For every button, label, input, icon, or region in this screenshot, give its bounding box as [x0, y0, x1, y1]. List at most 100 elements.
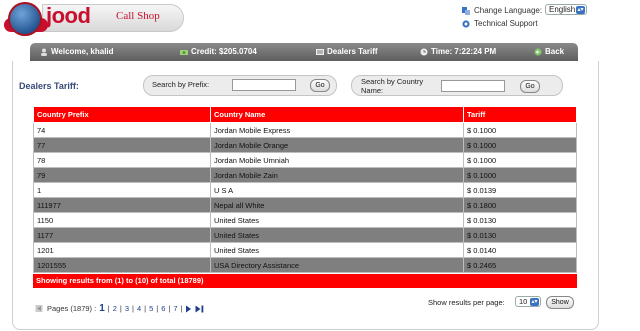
cell-country: Jordan Mobile Express — [210, 122, 464, 138]
cell-country: USA Directory Assistance — [210, 257, 464, 273]
page-link[interactable]: 5 — [149, 304, 153, 313]
table-row: 111977 Nepal all White $ 0.1800 — [33, 197, 577, 213]
tariff-icon — [316, 48, 324, 55]
cell-tariff: $ 0.1800 — [463, 197, 577, 213]
search-country-box: Search by Country Name: Go — [351, 75, 563, 96]
search-country-label-2: Name: — [361, 86, 384, 95]
prefix-go-button[interactable]: Go — [310, 79, 330, 92]
support-icon — [462, 19, 470, 28]
cell-country: Jordan Mobile Zain — [210, 167, 464, 183]
page-title: Dealers Tariff: — [19, 81, 79, 91]
cell-prefix: 1201 — [33, 242, 211, 258]
table-row: 1150 United States $ 0.0130 — [33, 212, 577, 228]
cell-country: Jordan Mobile Orange — [210, 137, 464, 153]
cell-prefix: 1177 — [33, 227, 211, 243]
tariff-table: Country Prefix Country Name Tariff 74 Jor… — [33, 106, 577, 273]
country-go-button[interactable]: Go — [520, 80, 540, 93]
table-row: 77 Jordan Mobile Orange $ 0.1000 — [33, 137, 577, 153]
per-page-select[interactable]: 10 ▴▾ — [515, 296, 541, 307]
money-icon — [180, 49, 188, 55]
time-text: Time: 7:22:24 PM — [431, 47, 497, 56]
back-link[interactable]: Back — [534, 47, 564, 56]
per-page-label: Show results per page: — [428, 298, 505, 307]
change-language-label: Change Language: — [474, 6, 543, 15]
cell-prefix: 74 — [33, 122, 211, 138]
welcome-item: Welcome, khalid — [40, 47, 114, 56]
cell-prefix: 79 — [33, 167, 211, 183]
per-page-value: 10 — [519, 297, 528, 306]
results-summary: Showing results from (1) to (10) of tota… — [33, 274, 577, 288]
prefix-search-input[interactable] — [232, 79, 296, 91]
technical-support-link[interactable]: Technical Support — [462, 17, 542, 30]
page-link[interactable]: 7 — [173, 304, 177, 313]
cell-country: United States — [210, 212, 464, 228]
header-links: Change Language: Technical Support — [462, 4, 542, 30]
table-row: 1U S A $ 0.0139 — [33, 182, 577, 198]
cell-prefix: 111977 — [33, 197, 211, 213]
cell-tariff: $ 0.0140 — [463, 242, 577, 258]
cell-country: United States — [210, 227, 464, 243]
technical-support-label: Technical Support — [474, 19, 538, 28]
dealers-tariff-nav-label: Dealers Tariff — [327, 47, 378, 56]
table-row: 74 Jordan Mobile Express $ 0.1000 — [33, 122, 577, 138]
next-page-icon[interactable] — [185, 305, 192, 313]
cell-country: United States — [210, 242, 464, 258]
show-button[interactable]: Show — [546, 296, 574, 309]
credit-text: Credit: $205.0704 — [191, 47, 257, 56]
cell-tariff: $ 0.1000 — [463, 137, 577, 153]
back-label: Back — [545, 47, 565, 56]
cell-tariff: $ 0.1000 — [463, 152, 577, 168]
cell-prefix: 1 — [33, 182, 211, 198]
page-link[interactable]: 2 — [113, 304, 117, 313]
table-row: 1177 United States $ 0.0130 — [33, 227, 577, 243]
table-row: 79 Jordan Mobile Zain $ 0.1000 — [33, 167, 577, 183]
dealers-tariff-nav[interactable]: Dealers Tariff — [316, 47, 378, 56]
time-item: Time: 7:22:24 PM — [420, 47, 496, 56]
cell-tariff: $ 0.1000 — [463, 122, 577, 138]
table-row: 1201555 USA Directory Assistance $ 0.2465 — [33, 257, 577, 273]
cell-prefix: 77 — [33, 137, 211, 153]
pagination: Pages (1879) : 1 | 2 | 3 | 4 | 5 | 6 | 7 | — [35, 303, 204, 314]
current-page: 1 — [99, 303, 105, 314]
change-language: Change Language: — [462, 4, 542, 17]
cell-prefix: 1150 — [33, 212, 211, 228]
column-header-tariff[interactable]: Tariff — [463, 106, 577, 123]
column-header-prefix[interactable]: Country Prefix — [33, 106, 211, 123]
logo-brand: jood — [46, 3, 91, 28]
translate-icon — [462, 6, 470, 15]
select-arrows-icon: ▴▾ — [576, 6, 585, 14]
logo-tagline: Call Shop — [116, 10, 160, 22]
table-header-row: Country Prefix Country Name Tariff — [33, 106, 577, 123]
page-link[interactable]: 4 — [137, 304, 141, 313]
cell-country: Nepal all White — [210, 197, 464, 213]
table-row: 78 Jordan Mobile Umniah $ 0.1000 — [33, 152, 577, 168]
first-page-icon[interactable] — [35, 304, 44, 313]
logo: jood Call Shop — [2, 0, 187, 40]
page-link[interactable]: 6 — [161, 304, 165, 313]
cell-tariff: $ 0.0130 — [463, 212, 577, 228]
cell-tariff: $ 0.1000 — [463, 167, 577, 183]
search-prefix-label: Search by Prefix: — [152, 80, 210, 89]
column-header-country[interactable]: Country Name — [210, 106, 464, 123]
table-row: 1201 United States $ 0.0140 — [33, 242, 577, 258]
country-search-input[interactable] — [441, 80, 505, 92]
back-arrow-icon — [534, 47, 542, 56]
globe-icon — [8, 2, 42, 36]
welcome-text: Welcome, khalid — [51, 47, 114, 56]
pages-label: Pages (1879) : — [47, 304, 97, 313]
top-navbar: Welcome, khalid Credit: $205.0704 Dealer… — [30, 43, 578, 61]
clock-icon — [420, 48, 428, 55]
select-arrows-icon: ▴▾ — [530, 298, 539, 306]
cell-country: Jordan Mobile Umniah — [210, 152, 464, 168]
credit-item: Credit: $205.0704 — [180, 47, 257, 56]
cell-tariff: $ 0.0139 — [463, 182, 577, 198]
language-select[interactable]: English ▴▾ — [545, 4, 587, 15]
cell-prefix: 78 — [33, 152, 211, 168]
cell-prefix: 1201555 — [33, 257, 211, 273]
cell-tariff: $ 0.2465 — [463, 257, 577, 273]
search-country-label-1: Search by Country — [361, 77, 424, 86]
cell-country: U S A — [210, 182, 464, 198]
search-prefix-box: Search by Prefix: Go — [143, 75, 337, 96]
page-link[interactable]: 3 — [125, 304, 129, 313]
last-page-icon[interactable] — [195, 305, 204, 313]
